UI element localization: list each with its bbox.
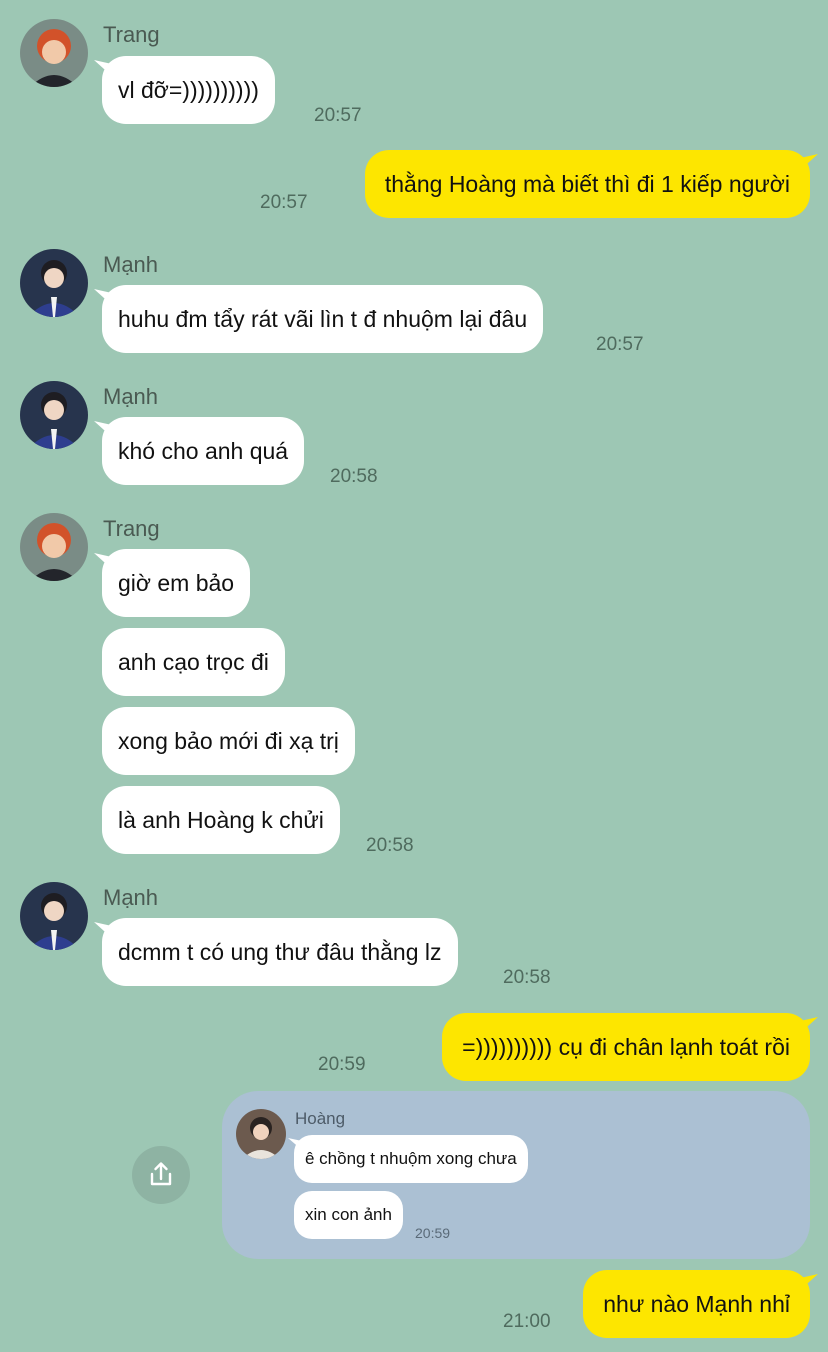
message-bubble[interactable]: là anh Hoàng k chửi xyxy=(102,786,340,854)
forwarded-message-card[interactable]: Hoàng ê chồng t nhuộm xong chưa xin con … xyxy=(222,1091,810,1259)
forwarded-time: 20:59 xyxy=(415,1225,451,1241)
sender-name: Trang xyxy=(103,22,160,47)
forwarded-sender-name: Hoàng xyxy=(295,1109,346,1128)
avatar-icon xyxy=(20,249,88,317)
avatar-icon xyxy=(20,381,88,449)
avatar-icon xyxy=(20,882,88,950)
avatar-icon xyxy=(20,513,88,581)
sender-name: Trang xyxy=(103,516,160,541)
message-bubble[interactable]: vl đỡ=)))))))))) xyxy=(102,56,275,124)
message-time: 20:59 xyxy=(318,1054,366,1075)
forwarded-bubble: xin con ảnh xyxy=(294,1191,403,1239)
avatar-icon xyxy=(236,1109,286,1159)
message-time: 20:57 xyxy=(314,105,362,126)
chat-area[interactable]: Trang vl đỡ=)))))))))) 20:57 thằng Hoàng… xyxy=(0,0,828,1352)
avatar-icon xyxy=(20,19,88,87)
sender-name: Mạnh xyxy=(103,384,159,409)
message-bubble[interactable]: xong bảo mới đi xạ trị xyxy=(102,707,355,775)
message-time: 20:58 xyxy=(330,466,378,487)
message-time: 20:57 xyxy=(596,334,644,355)
message-time: 20:57 xyxy=(260,192,308,213)
sender-name: Mạnh xyxy=(103,885,159,910)
avatar-manh[interactable] xyxy=(20,249,88,317)
message-bubble-outgoing[interactable]: thằng Hoàng mà biết thì đi 1 kiếp người xyxy=(364,150,810,218)
forwarded-bubble: ê chồng t nhuộm xong chưa xyxy=(294,1135,528,1183)
message-bubble[interactable]: khó cho anh quá xyxy=(102,417,305,485)
message-time: 20:58 xyxy=(503,967,551,988)
message-bubble[interactable]: dcmm t có ung thư đâu thằng lz xyxy=(102,918,458,986)
message-bubble[interactable]: anh cạo trọc đi xyxy=(102,628,285,696)
avatar-trang[interactable] xyxy=(20,513,88,581)
sender-name: Mạnh xyxy=(103,252,159,277)
share-icon xyxy=(150,1162,172,1186)
share-button[interactable] xyxy=(132,1146,190,1204)
avatar-hoang xyxy=(236,1109,286,1159)
message-time: 21:00 xyxy=(503,1311,551,1332)
message-bubble-outgoing[interactable]: như nào Mạnh nhỉ xyxy=(583,1270,810,1338)
message-bubble-outgoing[interactable]: =)))))))))) cụ đi chân lạnh toát rồi xyxy=(442,1013,810,1081)
avatar-trang[interactable] xyxy=(20,19,88,87)
message-bubble[interactable]: huhu đm tẩy rát vãi lìn t đ nhuộm lại đâ… xyxy=(102,285,544,353)
message-time: 20:58 xyxy=(366,835,414,856)
avatar-manh[interactable] xyxy=(20,381,88,449)
avatar-manh[interactable] xyxy=(20,882,88,950)
message-bubble[interactable]: giờ em bảo xyxy=(102,549,251,617)
